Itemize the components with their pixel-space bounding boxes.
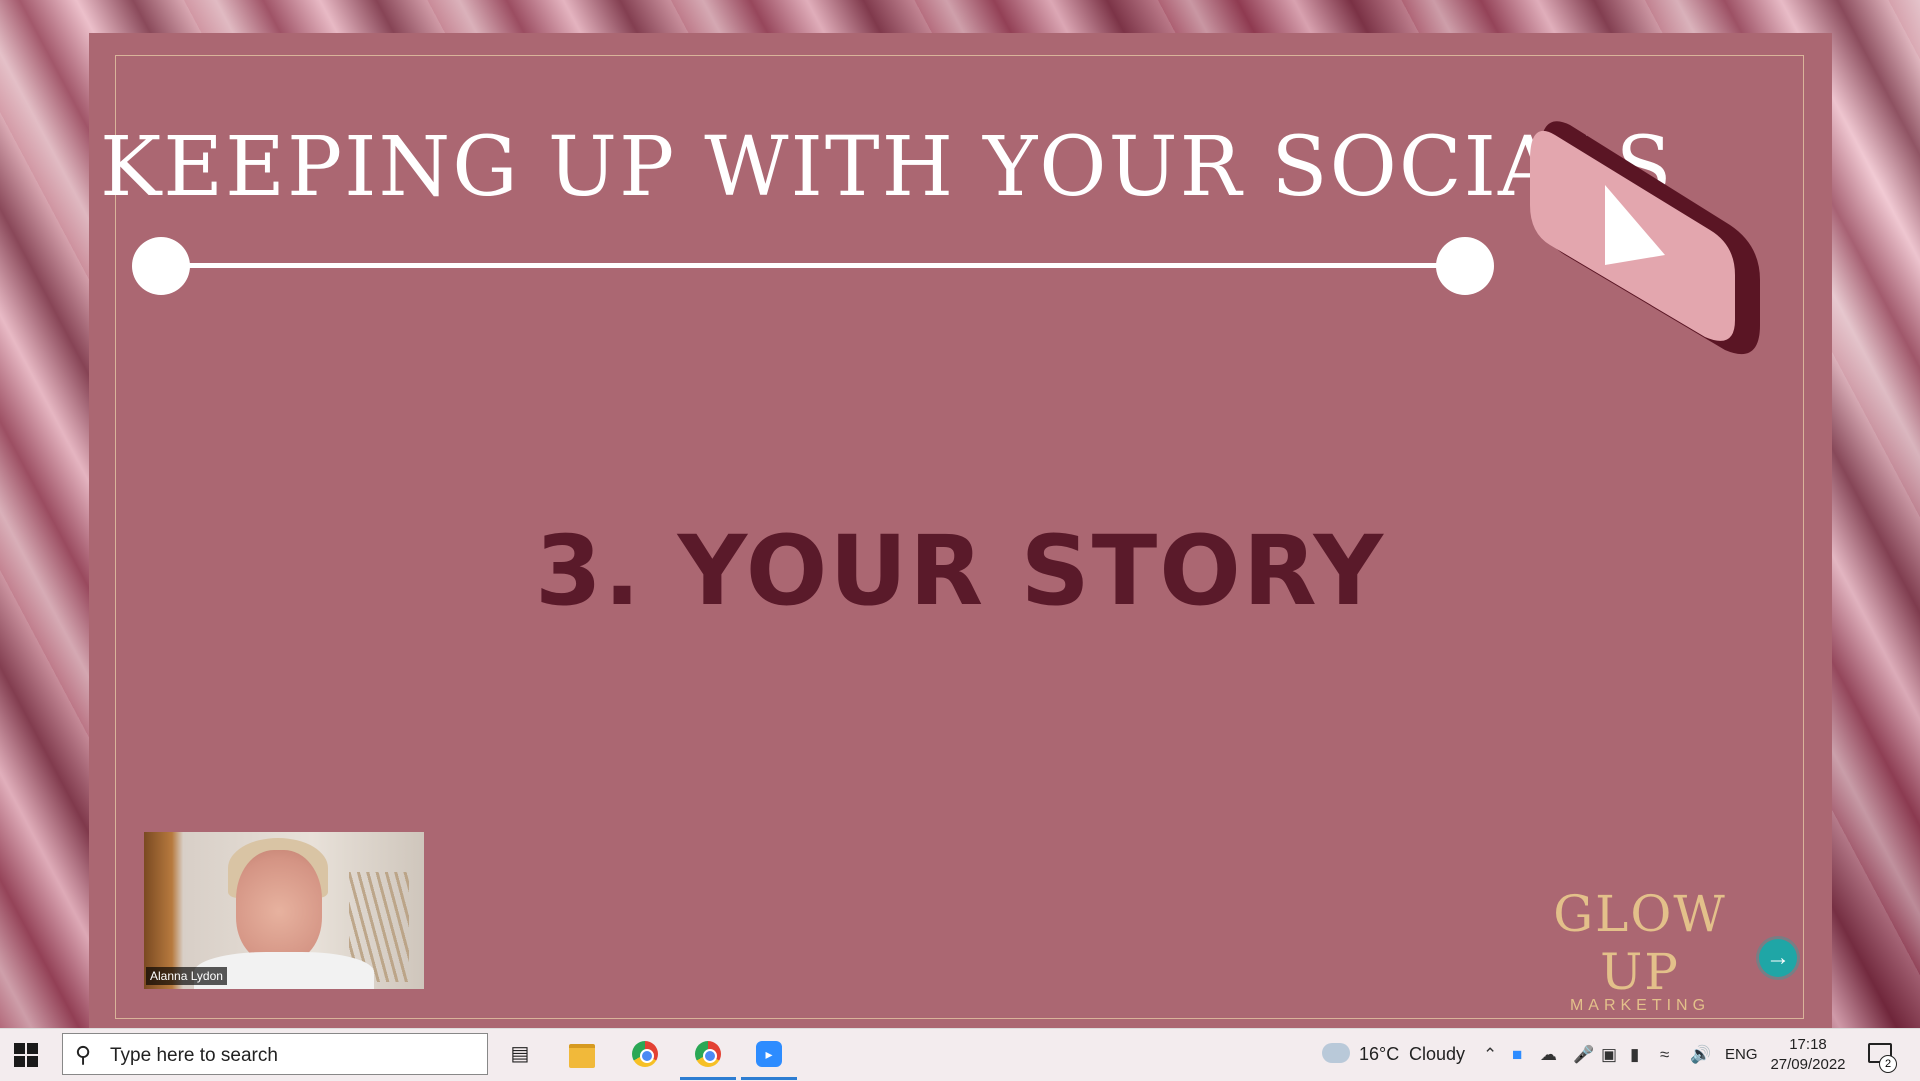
system-clock[interactable]: 17:18 27/09/2022 <box>1768 1035 1848 1075</box>
chevron-up-icon[interactable]: ⌃ <box>1483 1045 1497 1065</box>
weather-condition[interactable]: Cloudy <box>1409 1044 1465 1065</box>
youtube-play-icon <box>1530 121 1760 355</box>
wifi-icon[interactable]: ≈ <box>1660 1045 1669 1065</box>
brand-logo: GLOW UP MARKETING <box>1530 885 1750 1015</box>
taskbar-search-box[interactable]: ⚲ Type here to search <box>62 1033 488 1075</box>
arrow-right-icon: → <box>1766 944 1790 971</box>
logo-line-1: GLOW UP <box>1553 885 1727 1001</box>
slide-title: KEEPING UP WITH YOUR SOCIALS <box>100 120 1674 215</box>
search-placeholder: Type here to search <box>110 1045 278 1066</box>
participant-video-thumbnail[interactable]: Alanna Lydon <box>144 832 424 989</box>
underline-dot-right <box>1436 237 1494 295</box>
chrome-icon[interactable] <box>630 1039 660 1069</box>
chrome-icon[interactable] <box>693 1039 723 1069</box>
participant-face <box>236 850 322 962</box>
search-icon: ⚲ <box>75 1042 92 1067</box>
logo-line-2: MARKETING <box>1569 997 1711 1014</box>
clock-time: 17:18 <box>1789 1036 1827 1053</box>
microphone-icon[interactable]: 🎤 <box>1573 1045 1594 1065</box>
clock-date: 27/09/2022 <box>1770 1056 1846 1073</box>
underline-dot-left <box>132 237 190 295</box>
participant-name-label: Alanna Lydon <box>146 967 227 985</box>
zoom-tray-icon[interactable]: ■ <box>1512 1045 1522 1065</box>
zoom-icon[interactable]: ▸ <box>754 1039 784 1069</box>
weather-temperature[interactable]: 16°C <box>1359 1044 1399 1065</box>
volume-icon[interactable]: 🔊 <box>1690 1045 1711 1065</box>
battery-icon[interactable]: ▮ <box>1630 1045 1639 1065</box>
notification-count: 2 <box>1879 1055 1897 1073</box>
slide-heading: 3. YOUR STORY <box>534 515 1386 627</box>
display-icon[interactable]: ▣ <box>1601 1045 1617 1065</box>
language-indicator[interactable]: ENG <box>1725 1046 1758 1063</box>
windows-taskbar: ⚲ Type here to search ▤ ▸ 16°C Cloudy ⌃ … <box>0 1028 1920 1081</box>
title-underline <box>161 263 1466 268</box>
file-explorer-icon[interactable] <box>567 1039 597 1069</box>
cloud-icon[interactable] <box>1322 1043 1350 1063</box>
windows-start-icon[interactable] <box>14 1043 38 1067</box>
task-view-icon[interactable]: ▤ <box>505 1039 535 1069</box>
next-slide-button[interactable]: → <box>1759 939 1797 977</box>
cloud-sync-icon[interactable]: ☁ <box>1540 1045 1557 1065</box>
